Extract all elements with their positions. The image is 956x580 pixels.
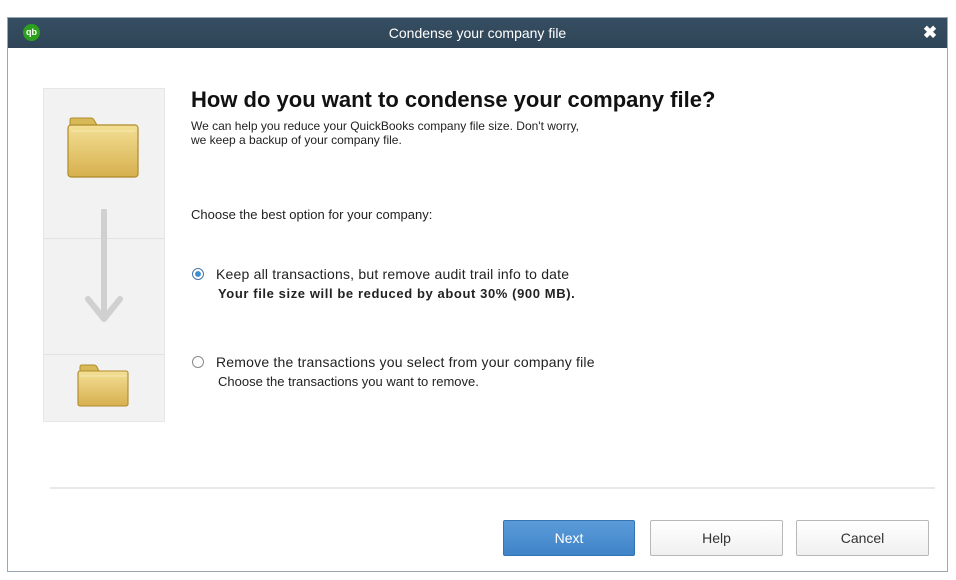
radio-keep-transactions[interactable] bbox=[192, 268, 204, 280]
intro-line: we keep a backup of your company file. bbox=[191, 133, 402, 147]
option-label[interactable]: Remove the transactions you select from … bbox=[216, 354, 595, 370]
intro-line: We can help you reduce your QuickBooks c… bbox=[191, 119, 580, 133]
radio-remove-transactions[interactable] bbox=[192, 356, 204, 368]
titlebar: qb Condense your company file ✖ bbox=[8, 18, 947, 48]
option-label[interactable]: Keep all transactions, but remove audit … bbox=[216, 266, 569, 282]
cancel-button[interactable]: Cancel bbox=[796, 520, 929, 556]
file-size-reduction-note: Your file size will be reduced by about … bbox=[218, 286, 576, 301]
side-illustration-panel bbox=[43, 88, 165, 422]
choose-option-label: Choose the best option for your company: bbox=[191, 207, 433, 222]
intro-text: We can help you reduce your QuickBooks c… bbox=[191, 119, 791, 147]
next-button[interactable]: Next bbox=[503, 520, 635, 556]
close-button[interactable]: ✖ bbox=[919, 22, 941, 44]
folder-icon bbox=[77, 364, 129, 407]
folder-icon bbox=[67, 117, 139, 178]
dialog-window: qb Condense your company file ✖ How do y… bbox=[7, 17, 948, 572]
side-divider bbox=[44, 354, 164, 355]
option-description: Choose the transactions you want to remo… bbox=[218, 374, 479, 389]
help-button[interactable]: Help bbox=[650, 520, 783, 556]
page-title: How do you want to condense your company… bbox=[191, 87, 716, 112]
down-arrow-icon bbox=[85, 209, 123, 322]
footer-divider bbox=[50, 487, 935, 489]
window-title: Condense your company file bbox=[388, 25, 567, 41]
